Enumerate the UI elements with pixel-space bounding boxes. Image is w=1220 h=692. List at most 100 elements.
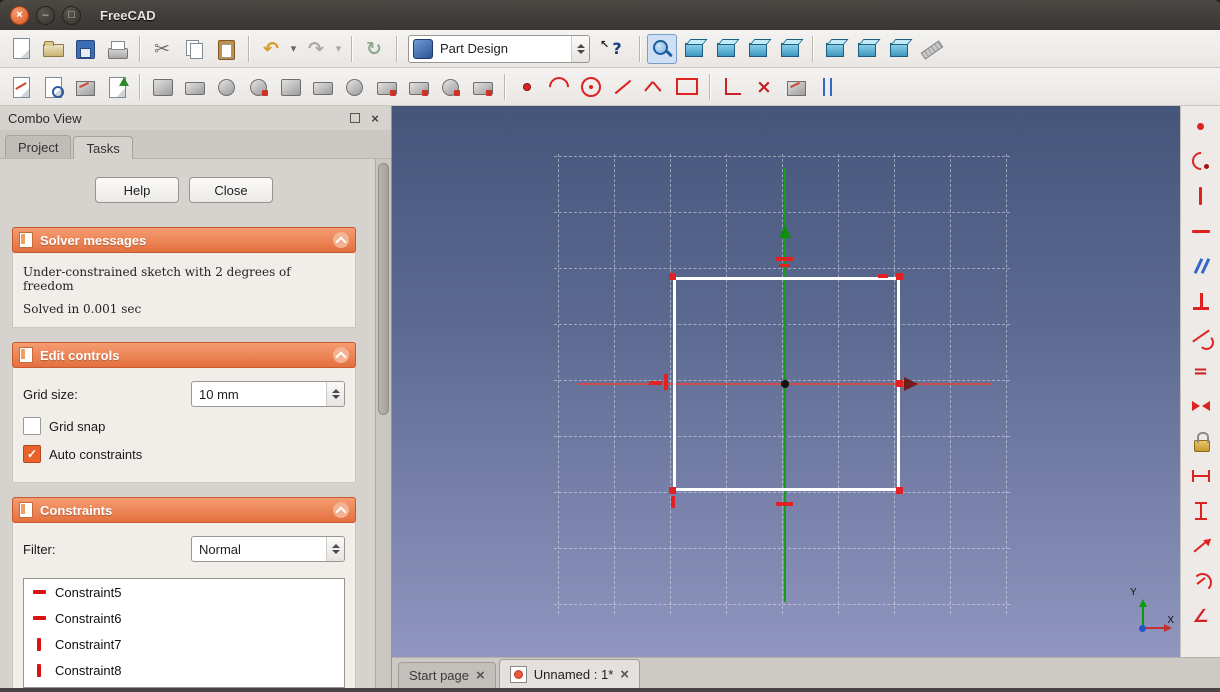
constraint-marker[interactable] bbox=[664, 374, 668, 390]
pad-icon[interactable] bbox=[147, 72, 177, 102]
constraint-tangent-icon[interactable] bbox=[1187, 322, 1215, 350]
save-icon[interactable] bbox=[70, 34, 100, 64]
constraint-list-item[interactable]: Constraint8 bbox=[24, 657, 344, 683]
constraint-list-item[interactable]: Constraint5 bbox=[24, 579, 344, 605]
axonometric-view-icon[interactable] bbox=[679, 34, 709, 64]
constraint-marker[interactable] bbox=[669, 273, 676, 280]
constraint-marker[interactable] bbox=[878, 274, 888, 278]
constraint-distance-icon[interactable] bbox=[1187, 532, 1215, 560]
close-tab-icon[interactable]: × bbox=[476, 668, 485, 683]
chamfer-icon[interactable] bbox=[371, 72, 401, 102]
refresh-icon[interactable]: ↻ bbox=[359, 34, 389, 64]
constraint-marker[interactable] bbox=[776, 502, 793, 506]
constraint-horizontal-distance-icon[interactable] bbox=[1187, 462, 1215, 490]
redo-icon[interactable]: ↷ bbox=[301, 34, 331, 64]
tab-tasks[interactable]: Tasks bbox=[73, 136, 133, 159]
right-view-icon[interactable] bbox=[775, 34, 805, 64]
polar-pattern-icon[interactable] bbox=[435, 72, 465, 102]
constraint-angle-icon[interactable]: ∠ bbox=[1187, 602, 1215, 630]
collapse-section-icon[interactable] bbox=[333, 502, 349, 518]
fillet-icon[interactable] bbox=[339, 72, 369, 102]
constraint-horizontal-icon[interactable] bbox=[1187, 217, 1215, 245]
measure-distance-icon[interactable] bbox=[916, 34, 946, 64]
sketch-origin-point[interactable] bbox=[781, 380, 789, 388]
undo-dropdown-icon[interactable]: ▾ bbox=[288, 34, 299, 64]
toggle-construction-icon[interactable] bbox=[813, 72, 843, 102]
pocket-icon[interactable] bbox=[179, 72, 209, 102]
constraint-marker[interactable] bbox=[669, 487, 676, 494]
constraint-coincident-icon[interactable] bbox=[1187, 112, 1215, 140]
close-panel-icon[interactable]: × bbox=[367, 110, 383, 126]
create-rectangle-icon[interactable] bbox=[672, 72, 702, 102]
top-view-icon[interactable] bbox=[743, 34, 773, 64]
create-point-icon[interactable] bbox=[512, 72, 542, 102]
constraint-list-item[interactable]: Constraint6 bbox=[24, 605, 344, 631]
new-sketch-icon[interactable] bbox=[6, 72, 36, 102]
create-polyline-icon[interactable] bbox=[640, 72, 670, 102]
constraint-equal-icon[interactable]: = bbox=[1187, 357, 1215, 385]
constraint-marker[interactable] bbox=[776, 257, 793, 261]
linear-pattern-icon[interactable] bbox=[403, 72, 433, 102]
edit-sketch-icon[interactable] bbox=[38, 72, 68, 102]
help-button[interactable]: Help bbox=[95, 177, 179, 203]
subtractive-primitive-icon[interactable] bbox=[307, 72, 337, 102]
auto-constraints-checkbox[interactable]: ✓ bbox=[23, 445, 41, 463]
solver-messages-header[interactable]: Solver messages bbox=[12, 227, 356, 253]
create-arc-icon[interactable] bbox=[544, 72, 574, 102]
tab-unnamed-document[interactable]: Unnamed : 1* × bbox=[498, 659, 641, 688]
filter-spinner[interactable] bbox=[326, 537, 344, 561]
close-task-button[interactable]: Close bbox=[189, 177, 273, 203]
constraint-point-on-object-icon[interactable] bbox=[1187, 147, 1215, 175]
rear-view-icon[interactable] bbox=[820, 34, 850, 64]
tab-project[interactable]: Project bbox=[5, 135, 72, 158]
constraint-marker[interactable] bbox=[896, 487, 903, 494]
close-tab-icon[interactable]: × bbox=[620, 667, 629, 682]
front-view-icon[interactable] bbox=[711, 34, 741, 64]
undo-icon[interactable]: ↶ bbox=[256, 34, 286, 64]
constraint-perpendicular-icon[interactable] bbox=[1187, 287, 1215, 315]
float-panel-icon[interactable] bbox=[347, 110, 363, 126]
trim-edge-icon[interactable]: × bbox=[749, 72, 779, 102]
constraints-header[interactable]: Constraints bbox=[12, 497, 356, 523]
new-document-icon[interactable] bbox=[6, 34, 36, 64]
constraint-vertical-distance-icon[interactable] bbox=[1187, 497, 1215, 525]
workbench-selector[interactable]: Part Design bbox=[408, 34, 590, 63]
whats-this-icon[interactable]: ? bbox=[596, 34, 632, 64]
validate-sketch-icon[interactable] bbox=[781, 72, 811, 102]
grid-snap-checkbox[interactable] bbox=[23, 417, 41, 435]
constraints-list[interactable]: Constraint5 Constraint6 Constraint7 Cons… bbox=[23, 578, 345, 688]
constraint-list-item[interactable]: Constraint7 bbox=[24, 631, 344, 657]
groove-icon[interactable] bbox=[243, 72, 273, 102]
mirrored-icon[interactable] bbox=[467, 72, 497, 102]
constraint-marker[interactable] bbox=[649, 381, 662, 385]
constraint-marker[interactable] bbox=[779, 264, 790, 267]
map-sketch-icon[interactable] bbox=[70, 72, 100, 102]
grid-size-select[interactable]: 10 mm bbox=[191, 381, 345, 407]
collapse-section-icon[interactable] bbox=[333, 232, 349, 248]
grid-size-spinner[interactable] bbox=[326, 382, 344, 406]
additive-primitive-icon[interactable] bbox=[275, 72, 305, 102]
constraint-radius-icon[interactable] bbox=[1187, 567, 1215, 595]
paste-icon[interactable] bbox=[211, 34, 241, 64]
edit-controls-header[interactable]: Edit controls bbox=[12, 342, 356, 368]
revolution-icon[interactable] bbox=[211, 72, 241, 102]
create-circle-icon[interactable] bbox=[576, 72, 606, 102]
scrollbar-thumb[interactable] bbox=[378, 163, 389, 415]
bottom-view-icon[interactable] bbox=[852, 34, 882, 64]
3d-viewport[interactable]: Y X bbox=[392, 106, 1180, 657]
window-minimize-button[interactable]: – bbox=[36, 5, 55, 25]
collapse-section-icon[interactable] bbox=[333, 347, 349, 363]
panel-scrollbar[interactable] bbox=[375, 159, 391, 688]
constraint-parallel-icon[interactable] bbox=[1187, 252, 1215, 280]
constraint-vertical-icon[interactable] bbox=[1187, 182, 1215, 210]
copy-icon[interactable] bbox=[179, 34, 209, 64]
tab-start-page[interactable]: Start page × bbox=[398, 662, 496, 688]
external-geometry-icon[interactable] bbox=[717, 72, 747, 102]
open-document-icon[interactable] bbox=[38, 34, 68, 64]
constraint-marker[interactable] bbox=[671, 496, 675, 508]
constraint-marker[interactable] bbox=[896, 380, 903, 387]
fit-all-icon[interactable] bbox=[647, 33, 677, 64]
window-close-button[interactable]: × bbox=[10, 5, 29, 25]
constraint-symmetric-icon[interactable] bbox=[1187, 392, 1215, 420]
cut-icon[interactable]: ✂ bbox=[147, 34, 177, 64]
